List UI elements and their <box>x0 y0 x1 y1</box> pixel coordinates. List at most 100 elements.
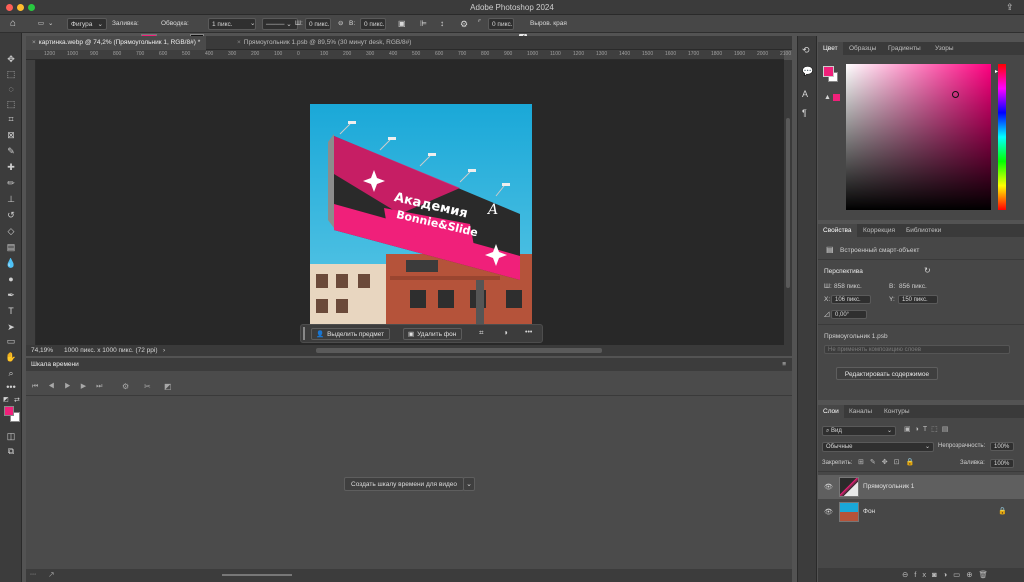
blend-mode-select[interactable]: Обычные ⌄ <box>822 442 934 452</box>
healing-tool-icon[interactable]: ✚ <box>5 161 17 173</box>
foreground-color-swatch[interactable] <box>4 406 14 416</box>
height-field[interactable]: 0 пикс. <box>360 18 386 30</box>
default-colors-icon[interactable]: ◩ <box>3 396 9 403</box>
shape-mode-select[interactable]: Фигура ⌄ <box>67 18 107 30</box>
tab-kartinka[interactable]: × картинка.webp @ 74,2% (Прямоугольник 1,… <box>26 36 207 50</box>
align-icon[interactable]: ⊫ <box>420 18 427 30</box>
select-subject-button[interactable]: 👤 Выделить предмет <box>311 328 391 340</box>
lasso-tool-icon[interactable]: ◌ <box>5 83 17 95</box>
history-brush-tool-icon[interactable]: ↺ <box>5 209 17 221</box>
reset-icon[interactable]: ↻ <box>924 266 931 275</box>
tab-layers[interactable]: Слои <box>818 405 844 418</box>
chevron-down-icon[interactable]: ⌄ <box>48 18 53 30</box>
zoom-slider[interactable] <box>222 574 292 576</box>
stroke-width-field[interactable]: 1 пикс. <box>208 18 256 30</box>
crop-tool-icon[interactable]: ⌗ <box>5 113 17 125</box>
layer-name[interactable]: Прямоугольник 1 <box>863 483 914 490</box>
tab-channels[interactable]: Каналы <box>844 405 877 418</box>
share-icon[interactable]: ⇪ <box>1006 2 1014 13</box>
fg-color-chip[interactable] <box>823 66 834 77</box>
path-select-tool-icon[interactable]: ➤ <box>5 321 17 333</box>
brush-tool-icon[interactable]: ✏ <box>5 177 17 189</box>
tab-gradients[interactable]: Градиенты <box>883 42 926 55</box>
transition-icon[interactable]: ◩ <box>164 382 172 391</box>
lock-icons[interactable]: ⊞✎✥⊡🔒 <box>858 458 920 466</box>
type-tool-icon[interactable]: T <box>5 305 17 317</box>
rectangle-tool-icon[interactable]: ▭ <box>5 335 17 347</box>
scissors-icon[interactable]: ✂ <box>144 382 151 391</box>
remove-background-button[interactable]: ▣ Удалить фон <box>403 328 463 340</box>
adjustment-icon[interactable]: ◑ <box>503 328 508 337</box>
width-value[interactable]: 858 пикс. <box>834 283 862 290</box>
zoom-level[interactable]: 74,19% <box>31 345 53 356</box>
stamp-tool-icon[interactable]: ⊥ <box>5 193 17 205</box>
hue-marker[interactable]: ▸ <box>995 68 998 75</box>
object-select-tool-icon[interactable]: ⬚ <box>5 98 17 110</box>
render-icon[interactable]: ↗ <box>48 570 55 579</box>
stroke-type-select[interactable]: ──── ⌄ <box>262 18 298 30</box>
tab-rectangle-psb[interactable]: × Прямоугольник 1.psb @ 89,5% (30 минут d… <box>231 36 417 50</box>
character-icon[interactable]: A <box>802 89 808 99</box>
gamut-color-chip[interactable] <box>833 94 840 101</box>
marquee-tool-icon[interactable]: ⬚ <box>5 68 17 80</box>
width-field[interactable]: 0 пикс. <box>305 18 331 30</box>
radius-field[interactable]: 0 пикс. <box>488 18 514 30</box>
timeline-controls[interactable]: ⏮◀▶▶︎⏭ <box>32 382 112 391</box>
layer-action-icons[interactable]: ⊖fx◙◑▭⊕🗑 <box>902 570 994 579</box>
comments-icon[interactable]: 💬 <box>802 66 813 77</box>
create-video-timeline-button[interactable]: Создать шкалу времени для видео <box>344 477 464 491</box>
zoom-tool-icon[interactable]: ⌕ <box>5 367 17 379</box>
settings-icon[interactable]: ⚙ <box>122 382 129 391</box>
visibility-eye-icon[interactable]: 👁 <box>824 508 833 516</box>
tab-patterns[interactable]: Узоры <box>930 42 959 55</box>
opacity-field[interactable]: 100% <box>990 442 1014 451</box>
drag-handle[interactable] <box>303 327 305 340</box>
path-ops-icon[interactable]: ▣ <box>398 18 406 30</box>
x-field[interactable]: 106 пикс. <box>831 295 871 304</box>
visibility-eye-icon[interactable]: 👁 <box>824 483 833 491</box>
hand-tool-icon[interactable]: ✋ <box>5 351 17 363</box>
more-tools-icon[interactable]: ••• <box>5 381 17 393</box>
dodge-tool-icon[interactable]: ● <box>5 273 17 285</box>
angle-field[interactable]: 0,00° <box>831 310 867 319</box>
quick-mask-icon[interactable]: ◫ <box>5 430 17 442</box>
paragraph-icon[interactable]: ¶ <box>802 108 807 118</box>
layer-row[interactable]: 👁 Фон 🔒 <box>818 500 1024 524</box>
canvas-horizontal-scrollbar[interactable] <box>316 348 602 353</box>
transform-icon[interactable]: ⌗ <box>479 328 484 338</box>
tab-properties[interactable]: Свойства <box>818 224 857 237</box>
eyedropper-tool-icon[interactable]: ✎ <box>5 145 17 157</box>
hue-slider[interactable] <box>998 64 1006 210</box>
y-field[interactable]: 150 пикс. <box>898 295 938 304</box>
tab-adjustments[interactable]: Коррекция <box>858 224 900 237</box>
tab-libraries[interactable]: Библиотеки <box>901 224 946 237</box>
link-icon[interactable]: ⊖ <box>338 18 343 30</box>
gear-icon[interactable]: ⚙ <box>460 18 468 30</box>
chevron-down-icon[interactable]: ⌄ <box>250 18 255 30</box>
history-icon[interactable]: ⟲ <box>802 45 810 56</box>
tab-swatches[interactable]: Образцы <box>844 42 881 55</box>
tool-preset-icon[interactable]: ▭ <box>34 18 48 30</box>
swap-colors-icon[interactable]: ⇄ <box>14 396 20 404</box>
screen-mode-icon[interactable]: ⧉ <box>5 445 17 457</box>
blur-tool-icon[interactable]: 💧 <box>5 257 17 269</box>
panel-menu-icon[interactable]: ≡ <box>782 358 786 371</box>
arrange-icon[interactable]: ↕ <box>440 18 444 30</box>
layer-row[interactable]: 👁 Прямоугольник 1 <box>818 475 1024 499</box>
canvas-vertical-scrollbar[interactable] <box>784 60 792 345</box>
move-tool-icon[interactable]: ✥ <box>5 53 17 65</box>
more-options-button[interactable]: ••• <box>525 329 532 336</box>
height-value[interactable]: 856 пикс. <box>899 283 927 290</box>
tab-color[interactable]: Цвет <box>818 42 843 55</box>
tab-paths[interactable]: Контуры <box>879 405 915 418</box>
edit-contents-button[interactable]: Редактировать содержимое <box>836 367 938 380</box>
layer-filter-select[interactable]: ⌕ Вид ⌄ <box>822 426 896 436</box>
home-icon[interactable]: ⌂ <box>10 18 16 30</box>
gradient-tool-icon[interactable]: ▤ <box>5 241 17 253</box>
eraser-tool-icon[interactable]: ◇ <box>5 225 17 237</box>
frame-tool-icon[interactable]: ⊠ <box>5 129 17 141</box>
pen-tool-icon[interactable]: ✒ <box>5 289 17 301</box>
layer-filter-icons[interactable]: ▣◑T⬚▤ <box>904 425 952 433</box>
fill-field[interactable]: 100% <box>990 459 1014 468</box>
chevron-right-icon[interactable]: › <box>163 345 165 356</box>
